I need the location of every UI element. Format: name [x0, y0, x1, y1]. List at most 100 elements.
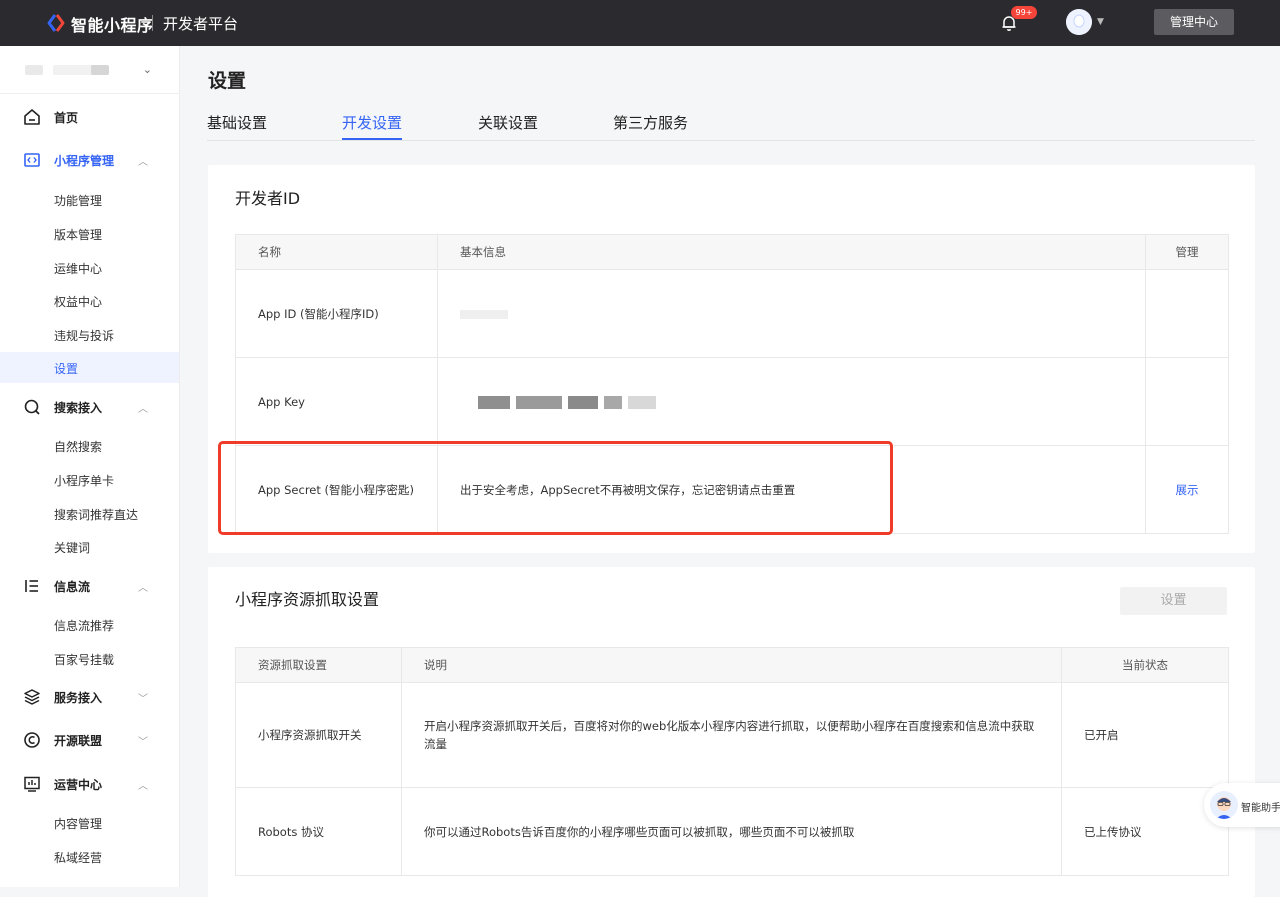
row-status: 已开启: [1061, 682, 1229, 788]
tab-third-party-services[interactable]: 第三方服务: [613, 112, 688, 139]
sidebar-item-natural-search[interactable]: 自然搜索: [0, 430, 179, 461]
row-name: App Key: [235, 357, 438, 446]
redacted-app-id: [460, 309, 508, 319]
card-title: 小程序资源抓取设置: [235, 590, 380, 609]
sidebar-group-miniapp-management[interactable]: 小程序管理 ︿: [0, 145, 179, 175]
platform-name: 开发者平台: [163, 15, 239, 33]
home-icon: [24, 109, 40, 125]
redacted-app-name: [53, 65, 93, 75]
sidebar-group-label: 信息流: [54, 580, 91, 594]
sidebar-item-label: 版本管理: [54, 228, 103, 242]
sidebar-item-label: 小程序单卡: [54, 474, 115, 488]
sidebar-item-label: 信息流推荐: [54, 619, 115, 633]
sidebar-item-label: 权益中心: [54, 295, 103, 309]
app-selector[interactable]: ⌄: [25, 60, 160, 82]
sidebar-item-label: 关键词: [54, 541, 91, 555]
sidebar-item-content-management[interactable]: 内容管理: [0, 807, 179, 838]
sidebar-group-label: 首页: [54, 111, 79, 125]
sidebar-group-label: 开源联盟: [54, 734, 103, 748]
settings-button[interactable]: 设置: [1120, 587, 1227, 615]
sidebar-group-operation[interactable]: 运营中心 ︿: [0, 769, 179, 799]
redacted-app-key: [628, 395, 656, 409]
brand-divider: [152, 15, 153, 31]
sidebar-group-search[interactable]: 搜索接入 ︿: [0, 392, 179, 422]
row-action: [1145, 357, 1229, 446]
sidebar-item-feed-recommend[interactable]: 信息流推荐: [0, 609, 179, 640]
sidebar-item-label: 私域经营: [54, 851, 103, 865]
table-row: 小程序资源抓取开关 开启小程序资源抓取开关后，百度将对你的web化版本小程序内容…: [235, 682, 1229, 788]
sidebar-item-violations[interactable]: 违规与投诉: [0, 319, 179, 350]
chevron-down-icon: ﹀: [138, 694, 148, 705]
row-name: Robots 协议: [235, 787, 402, 876]
smart-assistant-widget[interactable]: 智能助手: [1204, 783, 1280, 827]
column-header-manage: 管理: [1145, 234, 1229, 270]
column-header-description: 说明: [401, 647, 1062, 683]
top-bar: 智能小程序 开发者平台 99+ ▼ 管理中心: [0, 0, 1280, 46]
open-source-icon: [24, 732, 40, 748]
redacted-app-name: [25, 65, 43, 75]
page-title: 设置: [208, 70, 247, 92]
redacted-app-name: [91, 65, 109, 75]
sidebar-group-open-source[interactable]: 开源联盟 ﹀: [0, 725, 179, 755]
sidebar-item-single-card[interactable]: 小程序单卡: [0, 464, 179, 495]
table-row: App ID (智能小程序ID): [235, 269, 1229, 358]
column-header-status: 当前状态: [1061, 647, 1229, 683]
operation-icon: [24, 776, 40, 792]
column-header-name: 名称: [235, 234, 438, 270]
notification-badge: 99+: [1011, 6, 1037, 19]
redacted-app-key: [478, 395, 510, 409]
feed-icon: [25, 580, 38, 592]
service-icon: [24, 689, 40, 705]
sidebar-item-label: 功能管理: [54, 194, 103, 208]
column-header-info: 基本信息: [437, 234, 1146, 270]
sidebar-group-home[interactable]: 首页: [0, 102, 179, 132]
sidebar-group-service[interactable]: 服务接入 ﹀: [0, 682, 179, 712]
sidebar-item-label: 自然搜索: [54, 440, 103, 454]
chevron-up-icon: ︿: [138, 157, 148, 168]
tab-dev-settings[interactable]: 开发设置: [342, 112, 403, 140]
manage-center-button[interactable]: 管理中心: [1154, 9, 1234, 35]
table-row: App Key: [235, 357, 1229, 446]
resource-crawl-table: 资源抓取设置 说明 当前状态 小程序资源抓取开关 开启小程序资源抓取开关后，百度…: [235, 647, 1229, 876]
sidebar-item-ops-center[interactable]: 运维中心: [0, 252, 179, 283]
table-row: Robots 协议 你可以通过Robots告诉百度你的小程序哪些页面可以被抓取，…: [235, 787, 1229, 876]
redacted-app-key: [604, 395, 622, 409]
table-header-row: 名称 基本信息 管理: [235, 234, 1229, 270]
tab-linked-settings[interactable]: 关联设置: [478, 112, 538, 139]
row-name: App ID (智能小程序ID): [235, 269, 438, 358]
row-name: 小程序资源抓取开关: [235, 682, 402, 788]
sidebar-item-rights-center[interactable]: 权益中心: [0, 285, 179, 316]
sidebar-group-label: 搜索接入: [54, 401, 103, 415]
sidebar-item-version-management[interactable]: 版本管理: [0, 218, 179, 249]
redacted-app-key: [568, 395, 598, 409]
card-title: 开发者ID: [235, 189, 301, 208]
sidebar-item-label: 违规与投诉: [54, 329, 115, 343]
sidebar-item-settings[interactable]: 设置: [0, 352, 179, 383]
sidebar-item-keywords[interactable]: 关键词: [0, 531, 179, 562]
highlight-box: [218, 441, 893, 535]
chevron-up-icon: ︿: [138, 781, 148, 792]
sidebar-group-feed[interactable]: 信息流 ︿: [0, 571, 179, 601]
brand-name[interactable]: 智能小程序: [71, 12, 154, 36]
sidebar-item-label: 内容管理: [54, 817, 103, 831]
sidebar-item-private-domain[interactable]: 私域经营: [0, 841, 179, 872]
row-action: 展示: [1145, 445, 1229, 534]
sidebar: ⌄ 首页 小程序管理 ︿ 功能管理 版本管理 运维中心 权益中心 违规与投诉 设…: [0, 46, 180, 887]
row-description: 开启小程序资源抓取开关后，百度将对你的web化版本小程序内容进行抓取，以便帮助小…: [401, 682, 1062, 788]
sidebar-item-feature-management[interactable]: 功能管理: [0, 184, 179, 215]
swan-logo-icon[interactable]: [46, 13, 66, 33]
chevron-up-icon: ︿: [138, 583, 148, 594]
sidebar-item-label: 搜索词推荐直达: [54, 508, 139, 522]
user-avatar-icon: [1066, 9, 1092, 35]
sidebar-group-label: 服务接入: [54, 691, 103, 705]
assistant-avatar-icon: [1210, 791, 1238, 819]
sidebar-group-label: 小程序管理: [54, 154, 115, 168]
search-icon: [24, 399, 40, 415]
sidebar-item-baijiahao-mount[interactable]: 百家号挂载: [0, 643, 179, 674]
caret-down-icon[interactable]: ▼: [1097, 17, 1104, 27]
sidebar-group-label: 运营中心: [54, 778, 103, 792]
sidebar-item-keyword-direct[interactable]: 搜索词推荐直达: [0, 498, 179, 529]
tab-basic-settings[interactable]: 基础设置: [207, 112, 267, 139]
show-secret-link[interactable]: 展示: [1176, 483, 1199, 497]
avatar[interactable]: [1066, 9, 1092, 35]
